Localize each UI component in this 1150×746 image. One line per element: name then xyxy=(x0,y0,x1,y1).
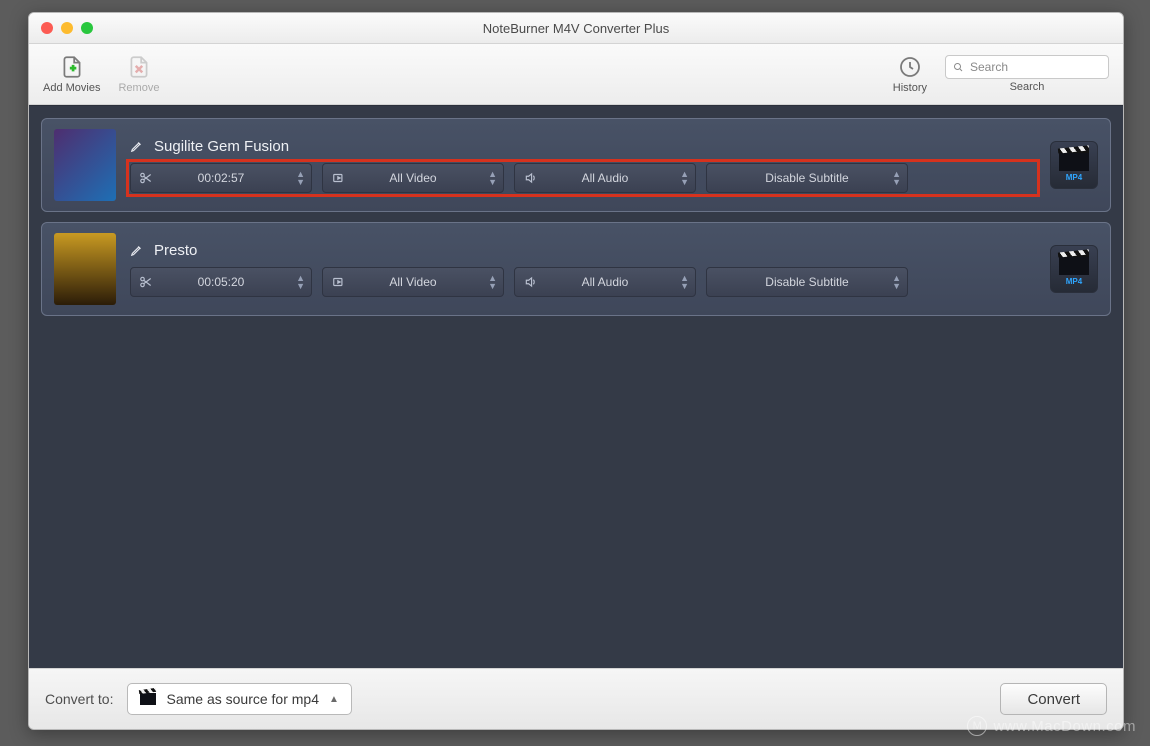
format-badge[interactable]: MP4 xyxy=(1050,245,1098,293)
add-movies-button[interactable]: Add Movies xyxy=(43,54,100,94)
stepper-icon: ▲▼ xyxy=(296,274,305,290)
search-icon xyxy=(952,61,964,73)
speaker-icon xyxy=(523,275,539,289)
stepper-icon: ▲▼ xyxy=(892,170,901,186)
video-selector[interactable]: All Video ▲▼ xyxy=(322,163,504,193)
window-controls xyxy=(41,22,93,34)
watermark: M www.MacDown.com xyxy=(967,716,1136,736)
search-label: Search xyxy=(1010,81,1045,93)
close-icon[interactable] xyxy=(41,22,53,34)
video-value: All Video xyxy=(389,171,436,185)
movie-title-line: Sugilite Gem Fusion xyxy=(130,138,1036,155)
file-remove-icon xyxy=(125,54,153,80)
format-badge[interactable]: MP4 xyxy=(1050,141,1098,189)
preset-value: Same as source for mp4 xyxy=(166,691,319,707)
toolbar: Add Movies Remove xyxy=(29,44,1123,105)
history-label: History xyxy=(893,82,927,94)
window-title: NoteBurner M4V Converter Plus xyxy=(483,21,669,36)
file-plus-icon xyxy=(58,54,86,80)
search-placeholder: Search xyxy=(970,60,1008,74)
subtitle-selector[interactable]: Disable Subtitle ▲▼ xyxy=(706,163,908,193)
titlebar: NoteBurner M4V Converter Plus xyxy=(29,13,1123,44)
triangle-up-icon: ▲ xyxy=(329,694,339,705)
subtitle-value: Disable Subtitle xyxy=(765,275,848,289)
clapper-icon xyxy=(140,693,156,705)
movie-thumbnail xyxy=(54,233,116,305)
scissors-icon xyxy=(139,171,153,185)
watermark-text: www.MacDown.com xyxy=(993,718,1136,735)
pencil-icon[interactable] xyxy=(130,243,144,257)
audio-value: All Audio xyxy=(582,275,629,289)
video-icon xyxy=(331,275,347,289)
movie-list: Sugilite Gem Fusion 00:02:57 ▲▼ xyxy=(29,105,1123,668)
stepper-icon: ▲▼ xyxy=(680,170,689,186)
movie-row[interactable]: Sugilite Gem Fusion 00:02:57 ▲▼ xyxy=(41,118,1111,212)
app-window: NoteBurner M4V Converter Plus Add Movies xyxy=(28,12,1124,730)
format-tag: MP4 xyxy=(1066,173,1082,182)
stepper-icon: ▲▼ xyxy=(680,274,689,290)
video-selector[interactable]: All Video ▲▼ xyxy=(322,267,504,297)
pencil-icon[interactable] xyxy=(130,139,144,153)
bottom-bar: Convert to: Same as source for mp4 ▲ Con… xyxy=(29,668,1123,729)
movie-thumbnail xyxy=(54,129,116,201)
stepper-icon: ▲▼ xyxy=(488,170,497,186)
video-value: All Video xyxy=(389,275,436,289)
duration-value: 00:02:57 xyxy=(198,171,245,185)
speaker-icon xyxy=(523,171,539,185)
audio-selector[interactable]: All Audio ▲▼ xyxy=(514,163,696,193)
search-input[interactable]: Search xyxy=(945,55,1109,79)
zoom-icon[interactable] xyxy=(81,22,93,34)
convert-to-label: Convert to: xyxy=(45,691,113,707)
preset-selector[interactable]: Same as source for mp4 ▲ xyxy=(127,683,351,715)
stepper-icon: ▲▼ xyxy=(892,274,901,290)
subtitle-value: Disable Subtitle xyxy=(765,171,848,185)
convert-button[interactable]: Convert xyxy=(1000,683,1107,715)
search-tool: Search Search xyxy=(945,55,1109,93)
remove-label: Remove xyxy=(118,82,159,94)
duration-value: 00:05:20 xyxy=(198,275,245,289)
clock-icon xyxy=(896,54,924,80)
remove-button[interactable]: Remove xyxy=(118,54,159,94)
watermark-logo-icon: M xyxy=(967,716,987,736)
audio-selector[interactable]: All Audio ▲▼ xyxy=(514,267,696,297)
movie-row[interactable]: Presto 00:05:20 ▲▼ xyxy=(41,222,1111,316)
add-movies-label: Add Movies xyxy=(43,82,100,94)
duration-selector[interactable]: 00:02:57 ▲▼ xyxy=(130,163,312,193)
duration-selector[interactable]: 00:05:20 ▲▼ xyxy=(130,267,312,297)
format-tag: MP4 xyxy=(1066,277,1082,286)
clapper-icon xyxy=(1059,253,1089,275)
minimize-icon[interactable] xyxy=(61,22,73,34)
movie-title-line: Presto xyxy=(130,242,1036,259)
row-controls: 00:05:20 ▲▼ All Video ▲▼ xyxy=(130,267,1036,297)
row-controls-highlighted: 00:02:57 ▲▼ All Video ▲▼ xyxy=(130,163,1036,193)
movie-title: Presto xyxy=(154,242,197,259)
clapper-icon xyxy=(1059,149,1089,171)
scissors-icon xyxy=(139,275,153,289)
audio-value: All Audio xyxy=(582,171,629,185)
history-button[interactable]: History xyxy=(893,54,927,94)
video-icon xyxy=(331,171,347,185)
stepper-icon: ▲▼ xyxy=(296,170,305,186)
stepper-icon: ▲▼ xyxy=(488,274,497,290)
movie-title: Sugilite Gem Fusion xyxy=(154,138,289,155)
subtitle-selector[interactable]: Disable Subtitle ▲▼ xyxy=(706,267,908,297)
